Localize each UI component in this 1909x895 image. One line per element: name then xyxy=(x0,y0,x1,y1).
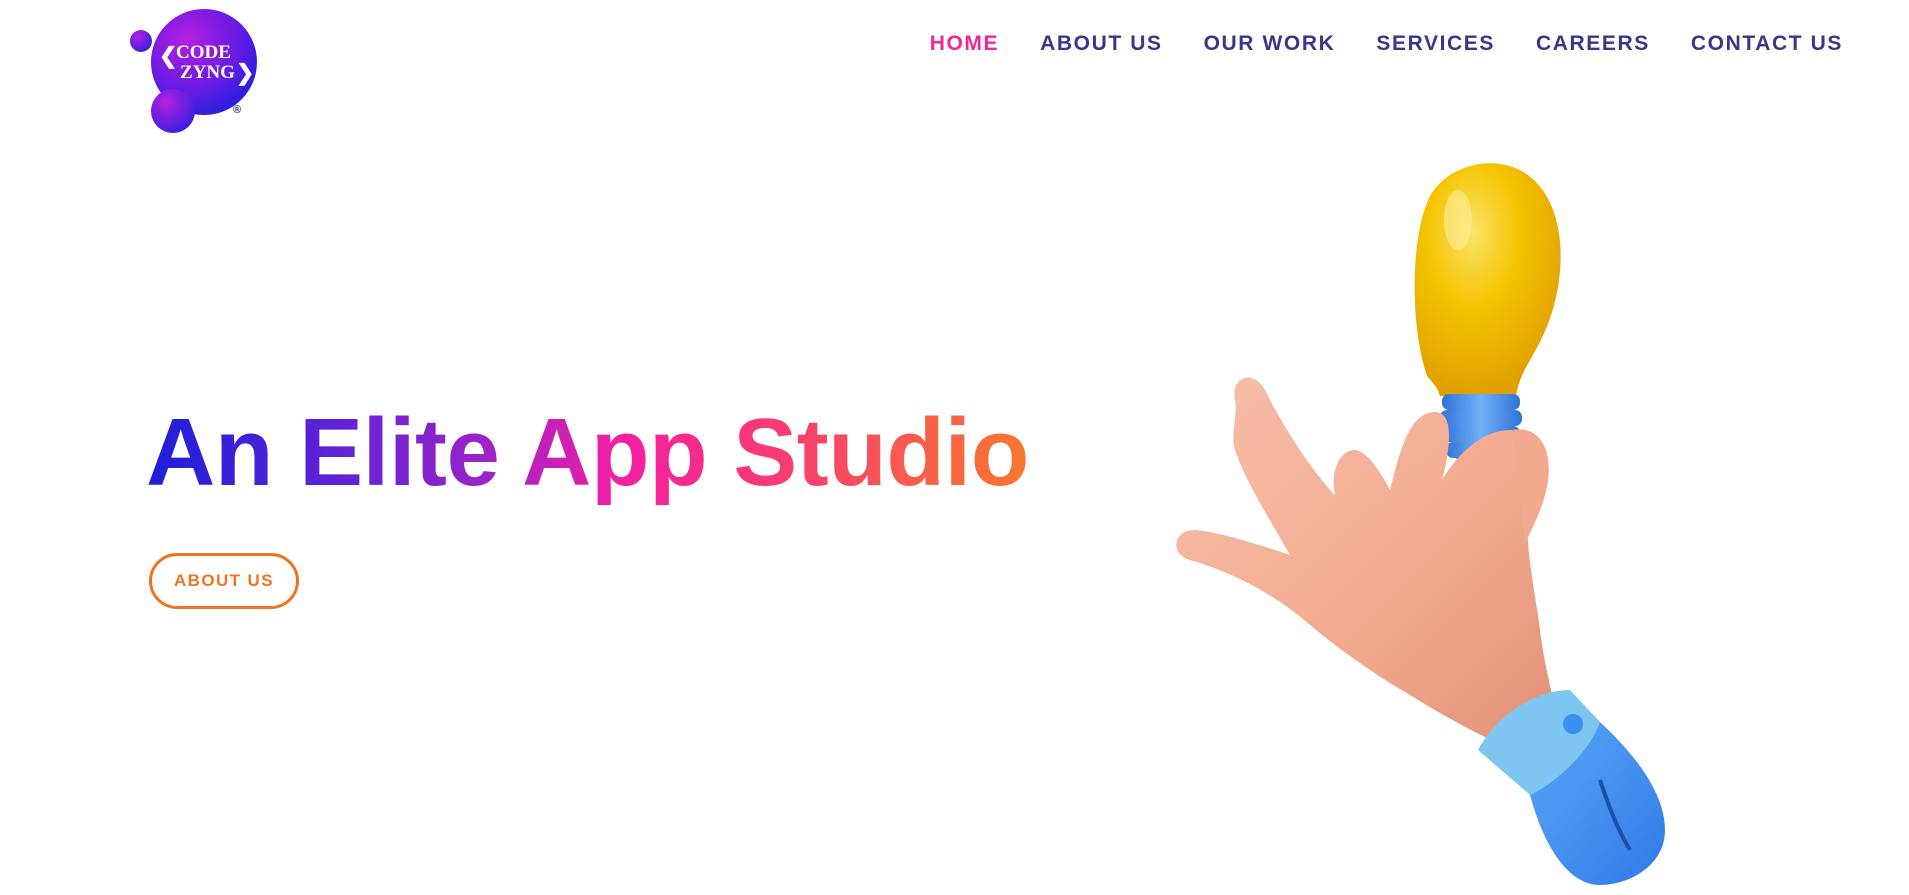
nav-link-home[interactable]: HOME xyxy=(930,32,999,56)
main-nav: HOME ABOUT US OUR WORK SERVICES CAREERS … xyxy=(930,32,1843,56)
nav-link-careers[interactable]: CAREERS xyxy=(1536,32,1650,56)
logo-registered-mark: ® xyxy=(233,104,241,116)
page: ❮ ❯ CODE ZYNG ® HOME ABOUT US OUR WORK S… xyxy=(0,0,1909,895)
nav-link-services[interactable]: SERVICES xyxy=(1376,32,1495,56)
logo-text-zyng: ZYNG xyxy=(180,62,235,83)
svg-text:❯: ❯ xyxy=(236,60,254,86)
logo-mark-icon: ❮ ❯ CODE ZYNG ® xyxy=(130,9,257,133)
hand-holding-lightbulb-icon xyxy=(1176,163,1665,885)
about-us-button[interactable]: ABOUT US xyxy=(149,553,299,609)
nav-link-our-work[interactable]: OUR WORK xyxy=(1204,32,1336,56)
hand-holding-lightbulb-illustration xyxy=(1160,150,1680,895)
nav-link-contact-us[interactable]: CONTACT US xyxy=(1691,32,1843,56)
svg-text:❮: ❮ xyxy=(159,43,177,69)
logo-text-code: CODE xyxy=(176,42,231,63)
hero-title: An Elite App Studio xyxy=(146,399,1029,506)
nav-link-about-us[interactable]: ABOUT US xyxy=(1040,32,1162,56)
codezyng-logo[interactable]: ❮ ❯ CODE ZYNG ® xyxy=(126,8,266,136)
